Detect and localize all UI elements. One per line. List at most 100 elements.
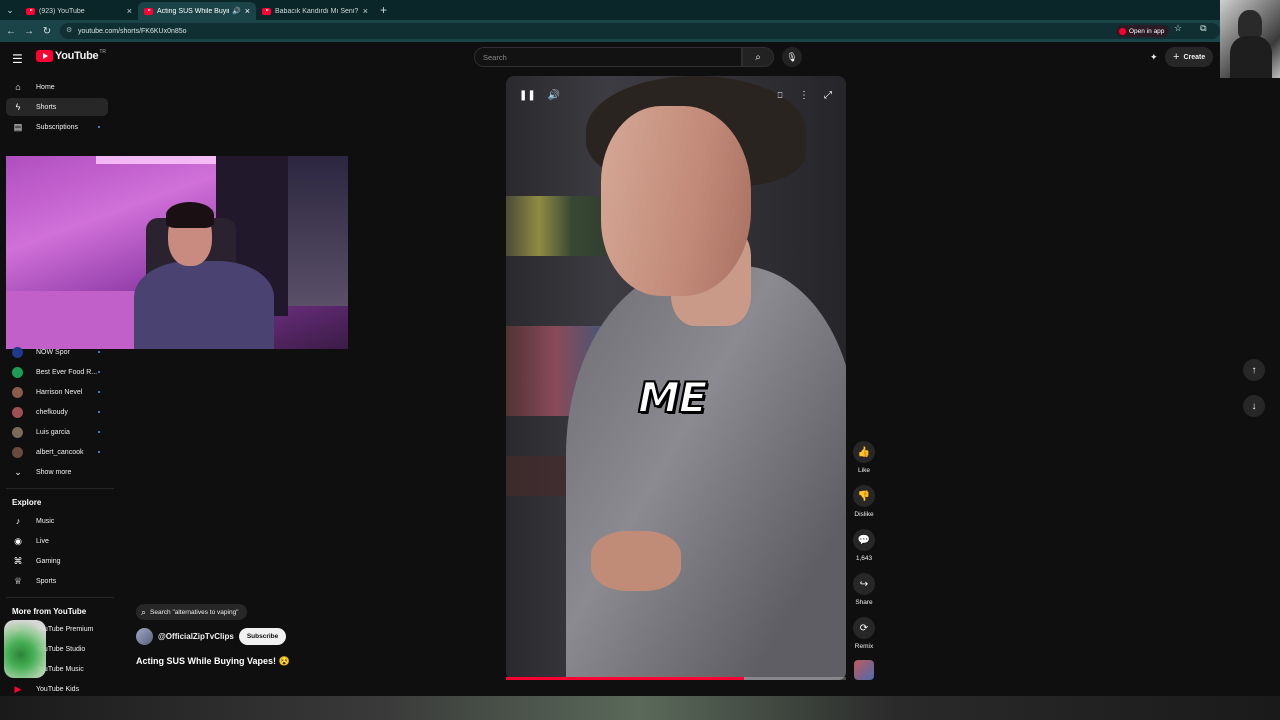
sidebar-subscription[interactable]: albert_cancook bbox=[6, 443, 108, 461]
youtube-favicon-icon bbox=[144, 7, 153, 15]
new-content-dot bbox=[98, 371, 100, 373]
close-tab-icon[interactable]: × bbox=[363, 6, 368, 16]
sidebar-divider bbox=[6, 488, 114, 489]
browser-tab[interactable]: Babacık Kandırdı Mı Seni? - Yo × bbox=[256, 2, 374, 20]
show-more-button[interactable]: ⌄ Show more bbox=[6, 463, 108, 481]
sidebar-item-subscriptions[interactable]: ▤ Subscriptions bbox=[6, 118, 108, 136]
comments-button[interactable]: 💬 1,643 bbox=[852, 529, 876, 562]
new-content-dot bbox=[98, 451, 100, 453]
dislike-button[interactable]: 👎 Dislike bbox=[852, 485, 876, 518]
open-in-app-button[interactable]: Open in app bbox=[1116, 25, 1170, 37]
webcam-overlay-photo bbox=[1220, 0, 1280, 78]
sidebar-divider bbox=[6, 597, 114, 598]
browser-toolbar: ← → ↻ ⚙ youtube.com/shorts/FK6KUx0n85o O… bbox=[0, 20, 1280, 42]
video-progress-bar[interactable] bbox=[506, 677, 846, 680]
plus-icon: + bbox=[1173, 51, 1180, 63]
channel-avatar bbox=[12, 446, 23, 458]
youtube-app-icon bbox=[1119, 27, 1126, 35]
explore-heading: Explore bbox=[12, 498, 42, 507]
channel-avatar[interactable] bbox=[136, 628, 153, 645]
sidebar-item-live[interactable]: ◉ Live bbox=[6, 532, 108, 550]
sidebar-item-home[interactable]: ⌂ Home bbox=[6, 78, 108, 96]
sound-thumbnail[interactable] bbox=[852, 660, 876, 680]
shorts-icon: ϟ bbox=[15, 102, 21, 112]
short-title[interactable]: Acting SUS While Buying Vapes! 😵 bbox=[136, 656, 290, 667]
sidebar-subscription[interactable]: Best Ever Food R... bbox=[6, 363, 108, 381]
arrow-down-icon: ↓ bbox=[1251, 400, 1257, 412]
live-icon: ◉ bbox=[14, 535, 22, 546]
channel-avatar bbox=[12, 386, 23, 398]
sidebar-item-gaming[interactable]: ⌘ Gaming bbox=[6, 552, 108, 570]
previous-short-button[interactable]: ↑ bbox=[1243, 359, 1265, 381]
reload-icon[interactable]: ↻ bbox=[38, 26, 56, 37]
browser-tab[interactable]: (923) YouTube × bbox=[20, 2, 138, 20]
channel-avatar bbox=[12, 406, 23, 418]
gaming-icon: ⌘ bbox=[13, 555, 23, 566]
new-tab-icon[interactable]: + bbox=[380, 3, 387, 17]
like-button[interactable]: 👍 Like bbox=[852, 441, 876, 474]
more-options-icon[interactable]: ⋮ bbox=[797, 89, 811, 103]
sidebar-item-music[interactable]: ♪ Music bbox=[6, 512, 108, 530]
site-info-icon[interactable]: ⚙ bbox=[66, 26, 72, 34]
more-from-youtube-heading: More from YouTube bbox=[12, 607, 87, 616]
address-bar[interactable]: ⚙ youtube.com/shorts/FK6KUx0n85o bbox=[60, 23, 1220, 39]
browser-tab-bar: ⌄ (923) YouTube × Acting SUS While Buyin… bbox=[0, 0, 1280, 20]
voice-search-button[interactable]: 🎙 bbox=[782, 47, 802, 67]
sidebar-subscription[interactable]: NOW Spor bbox=[6, 343, 108, 361]
volume-icon[interactable]: 🔊 bbox=[547, 89, 561, 103]
pause-icon[interactable]: ❚❚ bbox=[519, 89, 536, 103]
shorts-video-player[interactable]: ME ❚❚ 🔊 ⎕ ⋮ ⤢ bbox=[506, 76, 846, 680]
captions-icon[interactable]: ⎕ bbox=[773, 89, 787, 103]
new-content-dot bbox=[98, 411, 100, 413]
extensions-icon[interactable]: ⧉ bbox=[1200, 23, 1206, 34]
sidebar-subscription[interactable]: Harrison Nevel bbox=[6, 383, 108, 401]
sidebar-item-sports[interactable]: ♕ Sports bbox=[6, 572, 108, 590]
youtube-favicon-icon bbox=[262, 7, 271, 15]
close-tab-icon[interactable]: × bbox=[245, 6, 250, 16]
channel-row: @OfficialZipTvClips Subscribe bbox=[136, 628, 287, 645]
remix-button[interactable]: ⟳ Remix bbox=[852, 617, 876, 650]
comment-icon: 💬 bbox=[853, 529, 875, 551]
sidebar-subscription[interactable]: Luis garcia bbox=[6, 423, 108, 441]
fullscreen-icon[interactable]: ⤢ bbox=[821, 89, 835, 103]
video-progress-fill bbox=[506, 677, 744, 680]
youtube-logo[interactable]: YouTube TR bbox=[36, 49, 106, 62]
channel-avatar bbox=[12, 346, 23, 358]
next-short-button[interactable]: ↓ bbox=[1243, 395, 1265, 417]
tab-search-icon[interactable]: ⌄ bbox=[0, 0, 20, 20]
arrow-up-icon: ↑ bbox=[1251, 364, 1257, 376]
search-button[interactable]: ⌕ bbox=[742, 47, 774, 67]
music-icon: ♪ bbox=[15, 516, 21, 526]
chevron-down-icon: ⌄ bbox=[14, 466, 22, 477]
audio-source-thumbnail bbox=[854, 660, 874, 680]
search-icon: ⌕ bbox=[141, 606, 147, 617]
new-content-dot bbox=[98, 351, 100, 353]
bottom-webcam-strip bbox=[0, 696, 1280, 720]
search-input[interactable]: Search bbox=[474, 47, 742, 67]
tab-title: Babacık Kandırdı Mı Seni? - Yo bbox=[275, 7, 359, 15]
new-content-dot bbox=[98, 431, 100, 433]
ask-ai-icon[interactable]: ✦ bbox=[1150, 52, 1158, 63]
home-icon: ⌂ bbox=[15, 82, 21, 92]
sidebar-subscription[interactable]: chefkoudy bbox=[6, 403, 108, 421]
channel-avatar bbox=[12, 426, 23, 438]
hamburger-menu-icon[interactable]: ☰ bbox=[12, 52, 23, 66]
thumbs-up-icon: 👍 bbox=[853, 441, 875, 463]
close-tab-icon[interactable]: × bbox=[127, 6, 132, 16]
youtube-favicon-icon bbox=[26, 7, 35, 15]
create-button[interactable]: + Create bbox=[1165, 47, 1214, 67]
share-button[interactable]: ↪ Share bbox=[852, 573, 876, 606]
subscribe-button[interactable]: Subscribe bbox=[238, 628, 287, 645]
search-icon: ⌕ bbox=[755, 51, 761, 63]
back-icon[interactable]: ← bbox=[2, 26, 20, 37]
streamer-webcam-overlay bbox=[6, 156, 348, 349]
audio-playing-icon[interactable]: 🔊 bbox=[232, 7, 241, 15]
sidebar-item-shorts[interactable]: ϟ Shorts bbox=[6, 98, 108, 116]
microphone-icon: 🎙 bbox=[786, 51, 798, 62]
channel-name[interactable]: @OfficialZipTvClips bbox=[158, 632, 234, 641]
bookmark-star-icon[interactable]: ☆ bbox=[1174, 23, 1182, 34]
browser-tab-active[interactable]: Acting SUS While Buying V 🔊 × bbox=[138, 2, 256, 20]
search-suggestion-chip[interactable]: ⌕ Search "alternatives to vaping" bbox=[136, 604, 247, 620]
channel-avatar bbox=[12, 366, 23, 378]
forward-icon[interactable]: → bbox=[20, 26, 38, 37]
